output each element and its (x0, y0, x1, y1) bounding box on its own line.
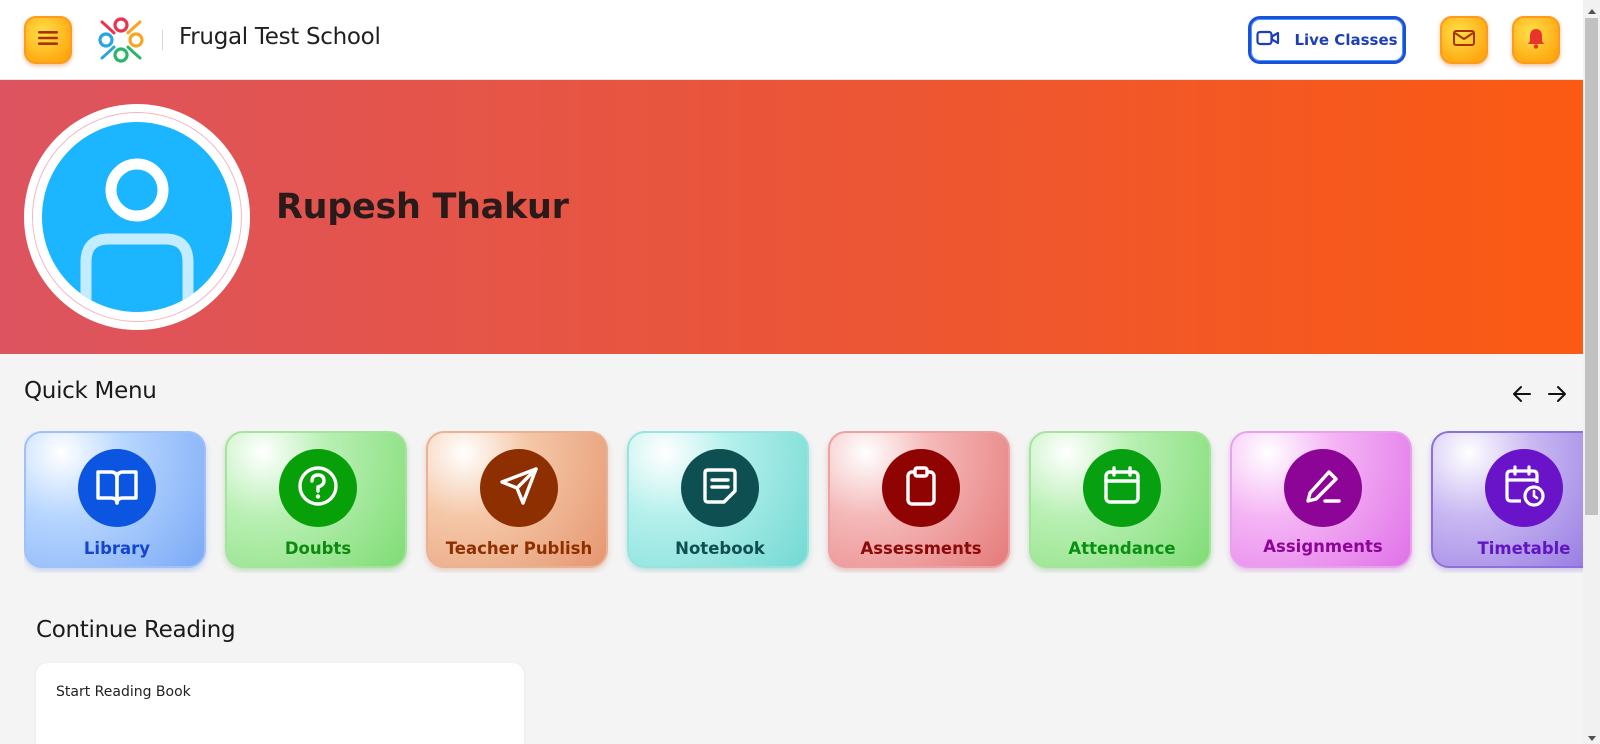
quick-menu-timetable[interactable]: Timetable (1431, 431, 1583, 568)
scrollbar-thumb[interactable] (1585, 18, 1598, 515)
attendance-icon-circle (1083, 449, 1161, 527)
notebook-icon-circle (681, 449, 759, 527)
messages-button[interactable] (1440, 16, 1488, 64)
question-icon (296, 464, 340, 512)
quick-menu-doubts[interactable]: Doubts (225, 431, 407, 568)
pencil-icon (1301, 464, 1345, 512)
quick-menu-library[interactable]: Library (24, 431, 206, 568)
continue-reading-title: Continue Reading (36, 617, 236, 643)
notifications-button[interactable] (1512, 16, 1560, 64)
page-scrollbar[interactable] (1583, 0, 1600, 744)
bell-icon (1524, 26, 1548, 54)
quick-menu-title: Quick Menu (24, 378, 157, 404)
scroll-up-button[interactable] (1583, 0, 1600, 17)
doubts-icon-circle (279, 449, 357, 527)
timetable-label: Timetable (1477, 539, 1571, 558)
doubts-label: Doubts (284, 539, 352, 558)
live-classes-label: Live Classes (1294, 31, 1398, 49)
school-name: Frugal Test School (179, 24, 381, 50)
notebook-icon (698, 464, 742, 512)
logo-divider (162, 30, 163, 50)
hamburger-icon (37, 29, 59, 51)
attendance-label: Attendance (1068, 539, 1176, 558)
quick-menu-carousel: Library Doubts Teacher Publish Notebook … (24, 431, 1583, 573)
quick-menu-prev-button[interactable] (1510, 384, 1534, 408)
top-header: Frugal Test School Live Classes (0, 0, 1583, 80)
mail-icon (1452, 28, 1476, 52)
scroll-down-button[interactable] (1583, 727, 1600, 744)
reading-card-text: Start Reading Book (56, 684, 191, 700)
quick-menu-assessments[interactable]: Assessments (828, 431, 1010, 568)
arrow-left-icon (1512, 385, 1532, 407)
triangle-down-icon (1587, 726, 1596, 744)
assessments-label: Assessments (860, 539, 982, 558)
teacher-publish-label: Teacher Publish (445, 539, 593, 558)
clipboard-icon (899, 464, 943, 512)
live-classes-button[interactable]: Live Classes (1248, 16, 1406, 64)
arrow-right-icon (1547, 385, 1567, 407)
library-label: Library (83, 539, 151, 558)
quick-menu-notebook[interactable]: Notebook (627, 431, 809, 568)
quick-menu-teacher-publish[interactable]: Teacher Publish (426, 431, 608, 568)
assessments-icon-circle (882, 449, 960, 527)
quick-menu-assignments[interactable]: Assignments (1230, 431, 1412, 568)
quick-menu-attendance[interactable]: Attendance (1029, 431, 1211, 568)
teacher-publish-icon-circle (480, 449, 558, 527)
library-icon-circle (78, 449, 156, 527)
timetable-icon-circle (1485, 449, 1563, 527)
menu-button[interactable] (24, 16, 72, 64)
school-logo (96, 15, 146, 65)
send-icon (496, 463, 542, 513)
calendar-icon (1100, 464, 1144, 512)
video-camera-icon (1256, 30, 1280, 50)
reading-card[interactable]: Start Reading Book (36, 663, 524, 744)
notebook-label: Notebook (675, 539, 765, 558)
quick-menu-next-button[interactable] (1545, 384, 1569, 408)
assignments-label: Assignments (1263, 537, 1383, 556)
book-open-icon (94, 463, 140, 513)
assignments-icon-circle (1284, 449, 1362, 527)
calendar-clock-icon (1501, 463, 1547, 513)
user-name: Rupesh Thakur (276, 187, 569, 227)
triangle-up-icon (1587, 0, 1596, 18)
avatar[interactable] (42, 122, 232, 312)
